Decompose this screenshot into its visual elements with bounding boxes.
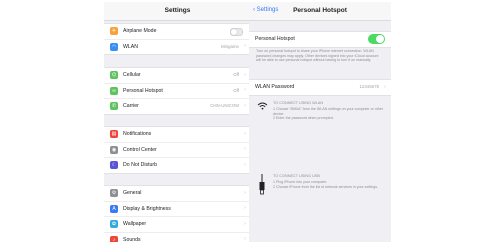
settings-row-value: CHN-UNICOM	[210, 103, 239, 109]
airplane-toggle[interactable]	[230, 28, 243, 36]
wifi-connect-heading: TO CONNECT USING WLAN	[273, 101, 324, 105]
hotspot-switch[interactable]	[368, 34, 385, 44]
hotspot-description: Turn on personal hotspot to share your i…	[256, 49, 379, 63]
chevron-right-icon: ›	[244, 43, 246, 49]
phone-icon: ✆	[110, 102, 118, 110]
wifi-connect-steps: 1 Choose "iBIKiA" from the WLAN settings…	[273, 107, 384, 121]
settings-row-label: Carrier	[123, 103, 139, 109]
chevron-right-icon: ›	[244, 220, 246, 227]
settings-row-label: Notifications	[123, 131, 152, 137]
chevron-right-icon: ›	[244, 161, 246, 168]
settings-row-label: Wallpaper	[123, 221, 147, 227]
hotspot-toggle-group: Personal Hotspot	[249, 31, 391, 48]
settings-navbar: Settings	[104, 2, 251, 21]
settings-row-notifications[interactable]: ▤ Notifications ›	[104, 127, 251, 143]
settings-group-network: ⌬ Cellular Off › ∞ Personal Hotspot Off › ✆ Carri…	[104, 67, 251, 115]
settings-row-cellular[interactable]: ⌬ Cellular Off ›	[104, 68, 251, 84]
hotspot-title: Personal Hotspot	[293, 7, 347, 14]
wallpaper-icon: ✿	[110, 220, 118, 228]
switch-knob	[376, 35, 384, 43]
settings-row-control-center[interactable]: ◉ Control Center ›	[104, 143, 251, 158]
settings-group-general: ⚙ General › A Display & Brightness › ✿ Wallpape…	[104, 185, 251, 242]
settings-group-connectivity: ✈ Airplane Mode ◠ WLAN Mingame ›	[104, 23, 251, 55]
usb-cable-icon	[259, 174, 265, 195]
usb-connect-heading: TO CONNECT USING USB	[273, 174, 320, 178]
settings-row-sounds[interactable]: ♪ Sounds ›	[104, 233, 251, 243]
usb-connect-steps: 1 Plug iPhone into your computer. 2 Choo…	[273, 180, 379, 189]
chevron-right-icon: ›	[244, 102, 246, 109]
chevron-right-icon: ›	[244, 205, 246, 211]
chevron-right-icon: ›	[244, 130, 246, 137]
settings-screen: Settings ✈ Airplane Mode ◠ WLAN Mingame › ⌬ Ce…	[104, 2, 251, 242]
notifications-icon: ▤	[110, 130, 118, 138]
settings-row-label: WLAN	[123, 43, 138, 50]
hotspot-navbar: ‹ Settings Personal Hotspot	[249, 2, 391, 21]
settings-row-label: Display & Brightness	[123, 205, 171, 212]
settings-group-notifications: ▤ Notifications › ◉ Control Center › ☾ Do Not D…	[104, 126, 251, 174]
settings-title: Settings	[164, 7, 191, 14]
display-icon: A	[110, 204, 118, 213]
chevron-right-icon: ›	[244, 146, 246, 152]
chevron-right-icon: ›	[244, 87, 246, 93]
hotspot-toggle-row[interactable]: Personal Hotspot	[249, 32, 391, 47]
settings-row-label: Do Not Disturb	[123, 162, 158, 168]
airplane-icon: ✈	[110, 27, 118, 35]
moon-icon: ☾	[110, 161, 118, 169]
settings-row-display-brightness[interactable]: A Display & Brightness ›	[104, 202, 251, 217]
chevron-right-icon: ›	[244, 71, 246, 78]
settings-row-label: Sounds	[123, 236, 141, 243]
hotspot-toggle-label: Personal Hotspot	[255, 36, 295, 42]
chevron-right-icon: ›	[384, 83, 386, 90]
settings-row-wlan[interactable]: ◠ WLAN Mingame ›	[104, 40, 251, 55]
settings-row-wallpaper[interactable]: ✿ Wallpaper ›	[104, 217, 251, 233]
settings-row-airplane-mode[interactable]: ✈ Airplane Mode	[104, 24, 251, 40]
settings-row-label: Personal Hotspot	[123, 87, 163, 94]
settings-row-value: Off	[233, 87, 239, 93]
settings-row-value: Off	[233, 72, 239, 78]
settings-row-general[interactable]: ⚙ General ›	[104, 186, 251, 202]
password-group: WLAN Password 12345678 ›	[249, 79, 391, 96]
cellular-icon: ⌬	[110, 71, 118, 79]
toggle-knob	[231, 29, 237, 35]
chevron-right-icon: ›	[244, 189, 246, 196]
sounds-icon: ♪	[110, 235, 118, 242]
settings-row-personal-hotspot[interactable]: ∞ Personal Hotspot Off ›	[104, 84, 251, 99]
settings-row-label: General	[123, 190, 142, 196]
settings-row-label: Airplane Mode	[123, 28, 157, 34]
settings-row-value: Mingame	[220, 43, 239, 49]
settings-row-do-not-disturb[interactable]: ☾ Do Not Disturb ›	[104, 158, 251, 173]
wlan-password-value: 12345678	[359, 84, 379, 90]
settings-row-label: Control Center	[123, 146, 157, 153]
settings-row-carrier[interactable]: ✆ Carrier CHN-UNICOM ›	[104, 99, 251, 114]
chevron-right-icon: ›	[244, 236, 246, 242]
hotspot-screen: ‹ Settings Personal Hotspot Personal Hot…	[249, 2, 391, 242]
wifi-icon: ◠	[110, 42, 118, 51]
control-center-icon: ◉	[110, 145, 118, 154]
wlan-password-row[interactable]: WLAN Password 12345678 ›	[249, 80, 391, 95]
wifi-icon	[257, 102, 268, 110]
gear-icon: ⚙	[110, 189, 118, 197]
wlan-password-label: WLAN Password	[255, 84, 295, 90]
hotspot-icon: ∞	[110, 86, 118, 95]
settings-row-label: Cellular	[123, 72, 141, 78]
